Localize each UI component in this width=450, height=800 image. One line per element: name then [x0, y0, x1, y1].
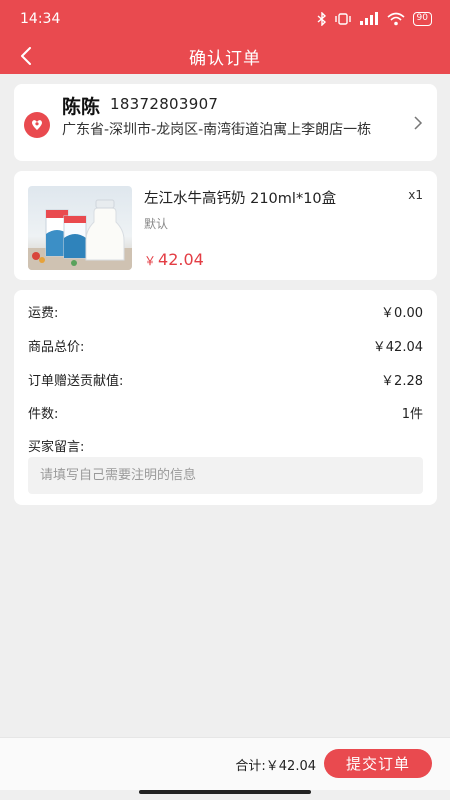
product-quantity: x1	[408, 188, 423, 202]
page-title: 确认订单	[189, 48, 261, 69]
goods-total-label: 商品总价:	[28, 340, 85, 355]
shipping-value: ￥0.00	[381, 306, 423, 321]
recipient-phone: 18372803907	[110, 95, 219, 113]
vibrate-icon	[334, 13, 351, 25]
status-time: 14:34	[20, 11, 61, 27]
status-bar: 14:34 90	[0, 0, 450, 38]
navigation-bar: 确认订单	[0, 38, 450, 74]
signal-icon	[359, 12, 378, 25]
order-summary-card: 运费: ￥0.00 商品总价: ￥42.04 订单赠送贡献值: ￥2.28 件数…	[14, 290, 437, 505]
shipping-row: 运费: ￥0.00	[28, 302, 423, 321]
goods-card: 左江水牛高钙奶 210ml*10盒 x1 默认 ￥ 42.04	[14, 171, 437, 280]
shipping-label: 运费:	[28, 306, 59, 321]
goods-total-value: ￥42.04	[372, 340, 423, 355]
contribution-value: ￥2.28	[381, 374, 423, 389]
home-indicator	[139, 790, 311, 794]
back-arrow-icon	[21, 47, 31, 65]
buyer-note-input[interactable]	[28, 457, 423, 494]
product-price: ￥ 42.04	[144, 250, 204, 269]
product-image	[28, 186, 132, 270]
status-icons: 90	[317, 12, 432, 26]
contribution-row: 订单赠送贡献值: ￥2.28	[28, 370, 423, 389]
goods-total-row: 商品总价: ￥42.04	[28, 336, 423, 355]
address-card[interactable]: 陈陈 18372803907 广东省-深圳市-龙岗区-南湾街道泊寓上李朗店一栋	[14, 84, 437, 161]
bluetooth-icon	[317, 12, 326, 26]
item-count-label: 件数:	[28, 407, 59, 422]
address-detail: 广东省-深圳市-龙岗区-南湾街道泊寓上李朗店一栋	[62, 122, 372, 138]
item-count-value: 1件	[401, 407, 423, 422]
price-value: 42.04	[158, 250, 204, 269]
contribution-label: 订单赠送贡献值:	[28, 374, 124, 389]
submit-order-button[interactable]: 提交订单	[324, 749, 432, 778]
bottom-bar: 合计:￥42.04 提交订单	[0, 737, 450, 790]
order-total: 合计:￥42.04	[235, 759, 316, 774]
back-button[interactable]	[14, 43, 38, 69]
location-pin-icon	[24, 112, 50, 138]
battery-icon: 90	[412, 12, 432, 26]
wifi-icon	[387, 12, 405, 26]
buyer-note-label: 买家留言:	[28, 440, 85, 455]
product-spec: 默认	[144, 217, 169, 231]
currency-symbol: ￥	[144, 254, 157, 268]
chevron-right-icon	[414, 116, 423, 130]
product-name: 左江水牛高钙奶 210ml*10盒	[144, 191, 337, 207]
recipient-name: 陈陈	[62, 96, 101, 118]
item-count-row: 件数: 1件	[28, 403, 423, 422]
